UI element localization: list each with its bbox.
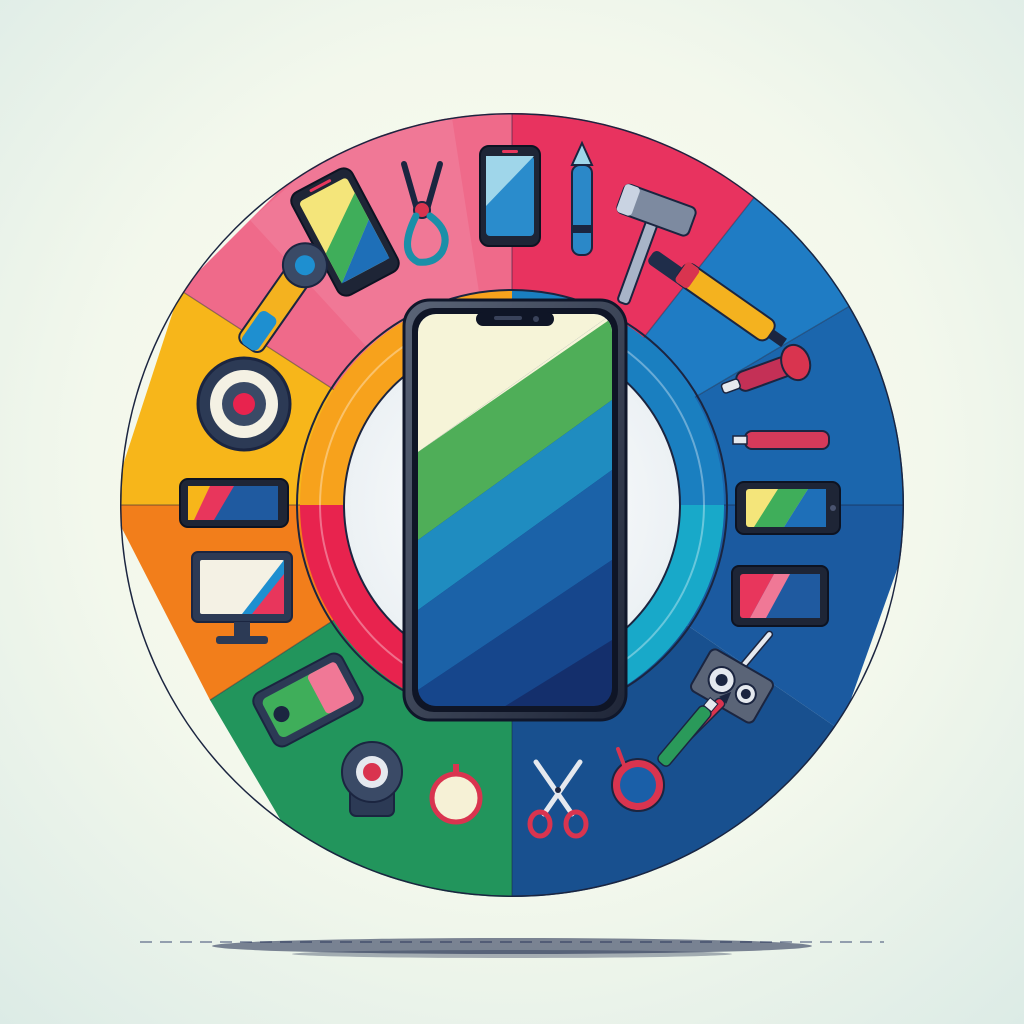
illustration-canvas	[0, 0, 1024, 1024]
webcam-icon	[341, 741, 403, 817]
smartphone-small-icon	[479, 145, 541, 247]
phone-screen	[418, 314, 612, 706]
phone-landscape-icon	[735, 481, 841, 535]
speaker-icon	[196, 356, 292, 452]
phone-landscape-red-icon	[731, 565, 829, 627]
phone-landscape-left-icon	[179, 478, 289, 528]
spudger-icon	[570, 140, 594, 256]
central-smartphone	[402, 298, 628, 722]
ground-shadow	[140, 938, 884, 958]
pen-tool-icon	[732, 430, 830, 450]
repair-wheel-illustration	[120, 113, 904, 958]
